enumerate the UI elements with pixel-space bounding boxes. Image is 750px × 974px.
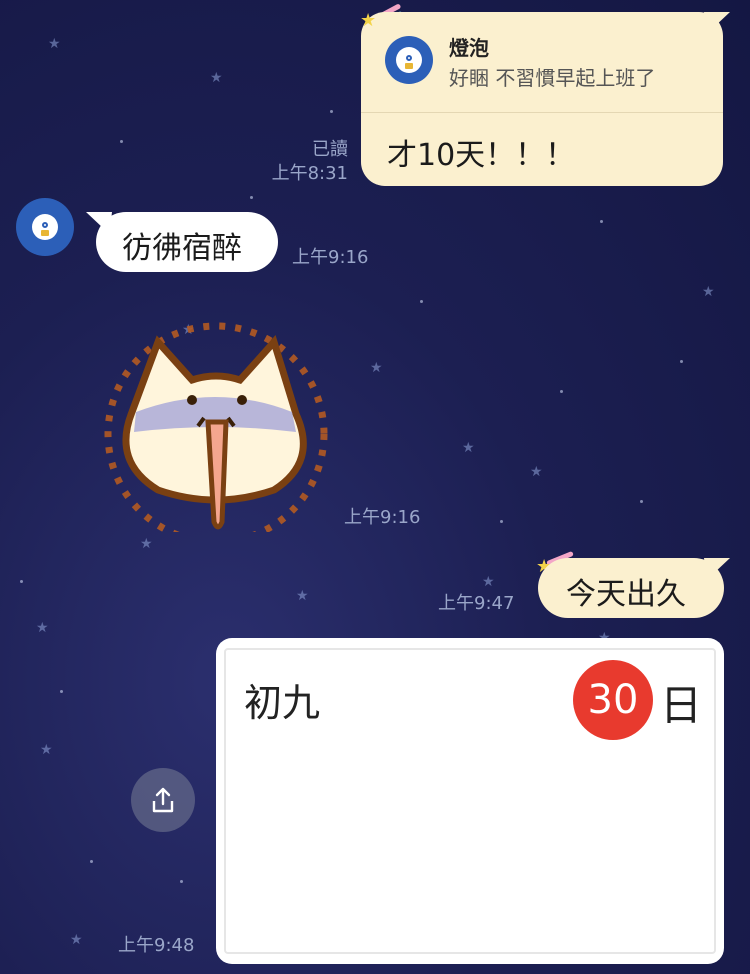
- quoted-text: 好睏 不習慣早起上班了: [449, 66, 656, 90]
- star-icon: ★: [360, 10, 377, 31]
- reply-message-bubble[interactable]: 燈泡 好睏 不習慣早起上班了 才10天！！！: [361, 12, 723, 186]
- message-time: 上午9:47: [438, 593, 515, 614]
- message-time: 上午8:31: [271, 163, 348, 184]
- lunar-day: 初九: [244, 681, 321, 725]
- lightbulb-avatar-icon: [385, 36, 433, 84]
- message-bubble[interactable]: 今天出久: [538, 558, 724, 618]
- quoted-message[interactable]: 燈泡 好睏 不習慣早起上班了: [361, 12, 723, 113]
- message-bubble[interactable]: 彷彿宿醉: [96, 212, 278, 272]
- message-text: 今天出久: [566, 577, 686, 612]
- share-button[interactable]: [131, 768, 195, 832]
- calendar-image-message[interactable]: 初九 30 日: [216, 638, 724, 964]
- cat-eye: [187, 395, 197, 405]
- message-time: 上午9:16: [292, 247, 369, 268]
- read-status: 已讀: [312, 139, 348, 160]
- message-time: 上午9:48: [118, 935, 195, 956]
- day-number-badge: 30: [573, 660, 653, 740]
- message-text: 才10天！！！: [387, 138, 576, 173]
- message-time: 上午9:16: [344, 507, 421, 528]
- cat-tongue: [205, 419, 229, 530]
- quoted-sender-name: 燈泡: [449, 36, 489, 60]
- cat-eye: [237, 395, 247, 405]
- share-icon: [152, 787, 174, 813]
- message-text: 彷彿宿醉: [122, 231, 242, 266]
- lightbulb-avatar-icon[interactable]: [16, 198, 74, 256]
- day-unit: 日: [660, 681, 703, 730]
- cat-sticker[interactable]: [96, 322, 336, 532]
